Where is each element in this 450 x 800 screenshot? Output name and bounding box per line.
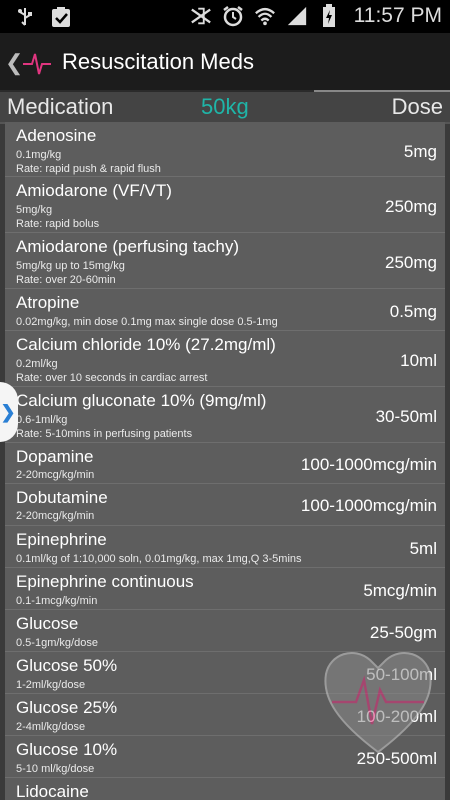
list-item[interactable]: Epinephrine 0.1ml/kg of 1:10,000 soln, 0…: [5, 526, 445, 568]
med-dose: 50-100ml: [366, 665, 437, 684]
med-dose: 100-1000mcg/min: [300, 496, 437, 515]
med-dosing: 0.5-1gm/kg/dose: [16, 637, 98, 649]
wifi-icon: [254, 5, 276, 27]
list-item[interactable]: Glucose 50% 1-2ml/kg/dose 50-100ml: [5, 652, 445, 694]
med-dose: 10ml: [400, 351, 437, 370]
app-logo-icon[interactable]: [22, 48, 52, 78]
med-name: Adenosine: [16, 126, 97, 145]
column-medication: Medication: [7, 94, 114, 119]
list-item[interactable]: Calcium gluconate 10% (9mg/ml) 0.6-1ml/k…: [5, 387, 445, 443]
med-dose: 250mg: [385, 253, 437, 272]
status-bar: 11:57 PM: [0, 0, 450, 33]
med-dose: 25-50gm: [369, 623, 437, 642]
med-dose: 5mg: [403, 142, 437, 161]
med-dosing: 0.02mg/kg, min dose 0.1mg max single dos…: [16, 316, 278, 328]
chevron-right-icon: ❯: [0, 401, 16, 422]
list-item[interactable]: Glucose 0.5-1gm/kg/dose 25-50gm: [5, 610, 445, 652]
med-rate: Rate: over 20-60min: [16, 274, 116, 286]
list-item[interactable]: Epinephrine continuous 0.1-1mcg/kg/min 5…: [5, 568, 445, 610]
med-name: Dobutamine: [16, 488, 108, 507]
med-dose: 0.5mg: [389, 302, 437, 321]
med-dosing: 0.2ml/kg: [16, 358, 58, 370]
med-name: Lidocaine: [16, 782, 89, 800]
alarm-icon: [222, 5, 244, 27]
list-item[interactable]: Calcium chloride 10% (27.2mg/ml) 0.2ml/k…: [5, 331, 445, 387]
med-dosing: 0.6-1ml/kg: [16, 414, 68, 426]
app-title: Resuscitation Meds: [62, 49, 254, 74]
list-item[interactable]: Glucose 10% 5-10 ml/kg/dose 250-500ml: [5, 736, 445, 778]
med-rate: Rate: over 10 seconds in cardiac arrest: [16, 372, 208, 384]
med-name: Amiodarone (VF/VT): [16, 181, 172, 200]
drawer-handle[interactable]: ❯: [0, 382, 18, 442]
med-name: Glucose 50%: [16, 656, 118, 675]
med-dose: 100-1000mcg/min: [300, 455, 437, 474]
signal-icon: [286, 5, 308, 27]
med-dosing: 0.1mg/kg: [16, 149, 62, 161]
meds-panel: Medication 50kg Dose Adenosine 0.1mg/kg …: [0, 92, 450, 800]
med-dosing: 0.1ml/kg of 1:10,000 soln, 0.01mg/kg, ma…: [16, 553, 302, 565]
med-dose: 30-50ml: [375, 407, 437, 426]
column-header: Medication 50kg Dose: [0, 92, 450, 124]
column-dose: Dose: [391, 94, 443, 119]
med-name: Glucose 25%: [16, 698, 118, 717]
list-item[interactable]: Glucose 25% 2-4ml/kg/dose 100-200ml: [5, 694, 445, 736]
med-name: Amiodarone (perfusing tachy): [16, 237, 240, 256]
list-item[interactable]: Amiodarone (perfusing tachy) 5mg/kg up t…: [5, 233, 445, 289]
med-dosing: 1-2ml/kg/dose: [16, 679, 86, 691]
clipboard-check-icon: [50, 6, 72, 28]
med-dose: 100-200ml: [356, 707, 437, 726]
med-name: Glucose: [16, 614, 79, 633]
list-item[interactable]: Amiodarone (VF/VT) 5mg/kg Rate: rapid bo…: [5, 177, 445, 233]
med-dosing: 2-20mcg/kg/min: [16, 510, 95, 522]
med-name: Atropine: [16, 293, 80, 312]
med-name: Epinephrine continuous: [16, 572, 194, 591]
list-item[interactable]: Atropine 0.02mg/kg, min dose 0.1mg max s…: [5, 289, 445, 331]
med-dosing: 5mg/kg: [16, 204, 53, 216]
med-name: Dopamine: [16, 447, 94, 466]
med-name: Epinephrine: [16, 530, 107, 549]
med-dosing: 2-4ml/kg/dose: [16, 721, 86, 733]
list-item[interactable]: Lidocaine: [5, 778, 445, 800]
med-rate: Rate: rapid bolus: [16, 218, 100, 230]
battery-charging-icon: [318, 4, 340, 27]
med-dose: 250-500ml: [356, 749, 437, 768]
med-rate: Rate: rapid push & rapid flush: [16, 163, 161, 175]
usb-icon: [14, 6, 36, 28]
back-chevron-icon[interactable]: ❮: [5, 50, 23, 76]
med-name: Calcium gluconate 10% (9mg/ml): [16, 391, 267, 410]
status-time: 11:57 PM: [353, 4, 442, 27]
med-dosing: 5-10 ml/kg/dose: [16, 763, 95, 775]
weight-value[interactable]: 50kg: [201, 94, 249, 120]
med-name: Calcium chloride 10% (27.2mg/ml): [16, 335, 276, 354]
list-item[interactable]: Dopamine 2-20mcg/kg/min 100-1000mcg/min: [5, 443, 445, 484]
med-name: Glucose 10%: [16, 740, 118, 759]
med-dosing: 5mg/kg up to 15mg/kg: [16, 260, 125, 272]
med-dose: 5ml: [409, 539, 437, 558]
meds-list[interactable]: Adenosine 0.1mg/kg Rate: rapid push & ra…: [5, 122, 445, 800]
med-dosing: 0.1-1mcg/kg/min: [16, 595, 98, 607]
app-bar: ❮ Resuscitation Meds: [0, 33, 450, 92]
list-item[interactable]: Adenosine 0.1mg/kg Rate: rapid push & ra…: [5, 122, 445, 177]
med-dose: 5mcg/min: [363, 581, 437, 600]
med-dosing: 2-20mcg/kg/min: [16, 469, 95, 481]
med-dose: 250mg: [385, 197, 437, 216]
list-item[interactable]: Dobutamine 2-20mcg/kg/min 100-1000mcg/mi…: [5, 484, 445, 526]
bluetooth-mute-icon: [190, 5, 212, 27]
med-rate: Rate: 5-10mins in perfusing patients: [16, 428, 193, 440]
